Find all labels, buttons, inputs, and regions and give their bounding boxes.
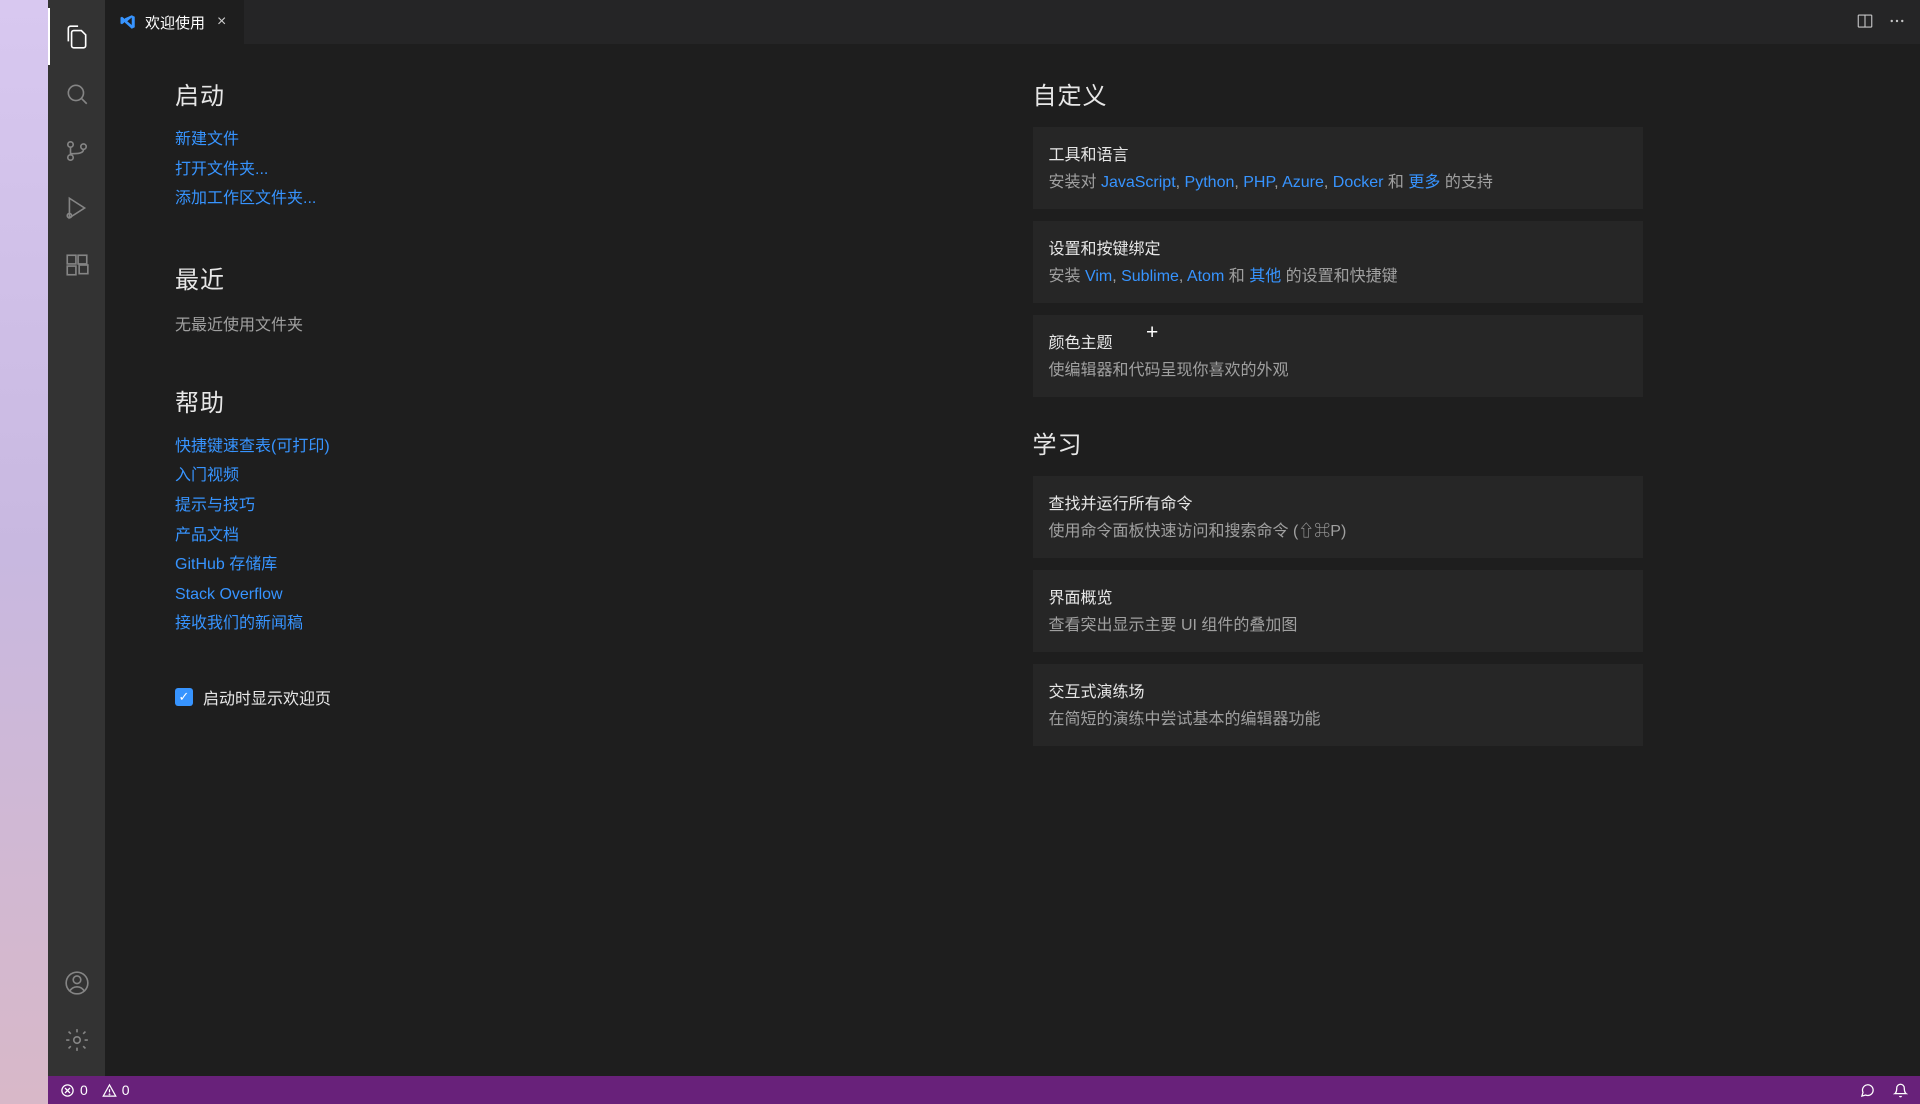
status-feedback[interactable] <box>1860 1083 1875 1098</box>
link-vim[interactable]: Vim <box>1085 268 1112 285</box>
link-python[interactable]: Python <box>1185 174 1235 191</box>
card-commands[interactable]: 查找并运行所有命令 使用命令面板快速访问和搜索命令 (⇧⌘P) <box>1033 476 1643 558</box>
main-area: 欢迎使用 × 启动 <box>48 0 1920 1076</box>
activity-run-debug[interactable] <box>48 179 105 236</box>
branch-icon <box>64 138 90 164</box>
link-add-workspace[interactable]: 添加工作区文件夹... <box>175 186 785 212</box>
link-sublime[interactable]: Sublime <box>1121 268 1179 285</box>
link-newsletter[interactable]: 接收我们的新闻稿 <box>175 611 785 637</box>
card-theme-title: 颜色主题 <box>1049 329 1627 353</box>
warning-icon <box>102 1083 117 1098</box>
card-color-theme[interactable]: 颜色主题 使编辑器和代码呈现你喜欢的外观 <box>1033 315 1643 397</box>
more-actions-button[interactable] <box>1888 12 1906 33</box>
tab-welcome[interactable]: 欢迎使用 × <box>105 0 245 44</box>
card-tools-desc: 安装对 JavaScript, Python, PHP, Azure, Dock… <box>1049 171 1627 195</box>
link-tips[interactable]: 提示与技巧 <box>175 493 785 519</box>
status-notifications[interactable] <box>1893 1083 1908 1098</box>
card-theme-desc: 使编辑器和代码呈现你喜欢的外观 <box>1049 359 1627 383</box>
ellipsis-icon <box>1888 12 1906 30</box>
help-heading: 帮助 <box>175 383 785 418</box>
split-layout-icon <box>1856 12 1874 30</box>
card-playground-title: 交互式演练场 <box>1049 678 1627 702</box>
card-keymaps-title: 设置和按键绑定 <box>1049 235 1627 259</box>
tab-close-icon[interactable]: × <box>213 13 230 31</box>
show-welcome-checkbox-row[interactable]: ✓ 启动时显示欢迎页 <box>175 685 785 709</box>
status-warnings[interactable]: 0 <box>102 1082 130 1098</box>
feedback-icon <box>1860 1083 1875 1098</box>
status-errors[interactable]: 0 <box>60 1082 88 1098</box>
start-heading: 启动 <box>175 76 785 111</box>
learn-heading: 学习 <box>1033 425 1643 460</box>
link-other-keymaps[interactable]: 其他 <box>1249 268 1281 285</box>
link-php[interactable]: PHP <box>1243 174 1274 191</box>
account-icon <box>64 970 90 996</box>
activity-bar <box>48 0 105 1076</box>
activity-extensions[interactable] <box>48 236 105 293</box>
activity-settings[interactable] <box>48 1011 105 1068</box>
split-editor-button[interactable] <box>1856 12 1874 33</box>
welcome-left-column: 启动 新建文件 打开文件夹... 添加工作区文件夹... 最近 无最近使用文件夹… <box>175 76 785 1044</box>
help-section: 帮助 快捷键速查表(可打印) 入门视频 提示与技巧 产品文档 GitHub 存储… <box>175 383 785 637</box>
desktop-background-sliver <box>0 0 48 1104</box>
activity-bottom-group <box>48 954 105 1068</box>
activity-accounts[interactable] <box>48 954 105 1011</box>
status-right-group <box>1860 1083 1908 1098</box>
tab-actions <box>1856 0 1920 44</box>
extensions-icon <box>64 252 90 278</box>
activity-source-control[interactable] <box>48 122 105 179</box>
status-warnings-count: 0 <box>122 1082 130 1098</box>
status-errors-count: 0 <box>80 1082 88 1098</box>
card-playground[interactable]: 交互式演练场 在简短的演练中尝试基本的编辑器功能 <box>1033 664 1643 746</box>
link-atom[interactable]: Atom <box>1187 268 1224 285</box>
link-javascript[interactable]: JavaScript <box>1101 174 1176 191</box>
card-tools-title: 工具和语言 <box>1049 141 1627 165</box>
card-overview[interactable]: 界面概览 查看突出显示主要 UI 组件的叠加图 <box>1033 570 1643 652</box>
card-overview-title: 界面概览 <box>1049 584 1627 608</box>
start-section: 启动 新建文件 打开文件夹... 添加工作区文件夹... <box>175 76 785 212</box>
activity-explorer[interactable] <box>48 8 105 65</box>
card-keymaps-desc: 安装 Vim, Sublime, Atom 和 其他 的设置和快捷键 <box>1049 265 1627 289</box>
link-open-folder[interactable]: 打开文件夹... <box>175 157 785 183</box>
link-cheatsheet[interactable]: 快捷键速查表(可打印) <box>175 434 785 460</box>
vscode-window: 欢迎使用 × 启动 <box>48 0 1920 1104</box>
link-new-file[interactable]: 新建文件 <box>175 127 785 153</box>
card-playground-desc: 在简短的演练中尝试基本的编辑器功能 <box>1049 708 1627 732</box>
search-icon <box>64 81 90 107</box>
welcome-right-column: 自定义 工具和语言 安装对 JavaScript, Python, PHP, A… <box>1033 76 1643 1044</box>
tab-title: 欢迎使用 <box>145 12 205 33</box>
link-azure[interactable]: Azure <box>1282 174 1324 191</box>
debug-icon <box>64 195 90 221</box>
recent-heading: 最近 <box>175 260 785 295</box>
recent-section: 最近 无最近使用文件夹 <box>175 260 785 335</box>
customize-heading: 自定义 <box>1033 76 1643 111</box>
checkbox-checked-icon[interactable]: ✓ <box>175 688 193 706</box>
error-icon <box>60 1083 75 1098</box>
bell-icon <box>1893 1083 1908 1098</box>
card-commands-desc: 使用命令面板快速访问和搜索命令 (⇧⌘P) <box>1049 520 1627 544</box>
gear-icon <box>64 1027 90 1053</box>
link-github-repo[interactable]: GitHub 存储库 <box>175 552 785 578</box>
link-docs[interactable]: 产品文档 <box>175 523 785 549</box>
link-more-languages[interactable]: 更多 <box>1408 174 1440 191</box>
vscode-icon <box>119 13 137 31</box>
welcome-page: 启动 新建文件 打开文件夹... 添加工作区文件夹... 最近 无最近使用文件夹… <box>105 44 1920 1076</box>
card-commands-title: 查找并运行所有命令 <box>1049 490 1627 514</box>
card-overview-desc: 查看突出显示主要 UI 组件的叠加图 <box>1049 614 1627 638</box>
card-tools-languages[interactable]: 工具和语言 安装对 JavaScript, Python, PHP, Azure… <box>1033 127 1643 209</box>
status-bar: 0 0 <box>48 1076 1920 1104</box>
customize-section: 自定义 工具和语言 安装对 JavaScript, Python, PHP, A… <box>1033 76 1643 397</box>
files-icon <box>64 24 90 50</box>
editor-area: 欢迎使用 × 启动 <box>105 0 1920 1076</box>
card-keymaps[interactable]: 设置和按键绑定 安装 Vim, Sublime, Atom 和 其他 的设置和快… <box>1033 221 1643 303</box>
activity-search[interactable] <box>48 65 105 122</box>
recent-empty: 无最近使用文件夹 <box>175 311 785 335</box>
link-intro-videos[interactable]: 入门视频 <box>175 463 785 489</box>
learn-section: 学习 查找并运行所有命令 使用命令面板快速访问和搜索命令 (⇧⌘P) 界面概览 … <box>1033 425 1643 746</box>
link-stack-overflow[interactable]: Stack Overflow <box>175 582 785 608</box>
show-welcome-label: 启动时显示欢迎页 <box>203 685 331 709</box>
tab-bar: 欢迎使用 × <box>105 0 1920 44</box>
link-docker[interactable]: Docker <box>1333 174 1384 191</box>
